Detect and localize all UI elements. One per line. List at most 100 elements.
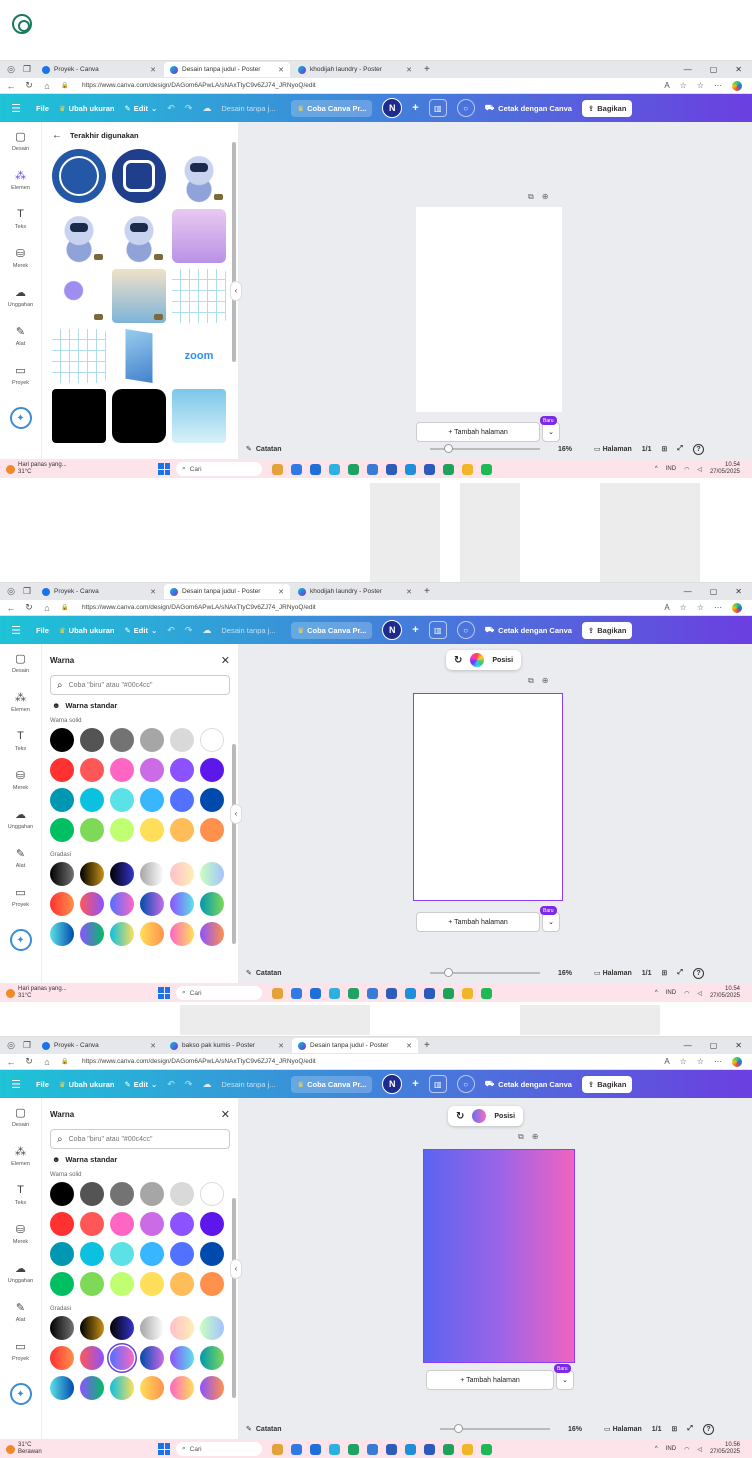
try-pro-button[interactable]: ♛ Coba Canva Pr... (291, 1075, 373, 1093)
taskbar-app-icon[interactable] (462, 1443, 473, 1455)
black-square-element[interactable] (52, 389, 106, 443)
reload-icon[interactable]: ↻ (24, 80, 34, 91)
invite-icon[interactable]: + (412, 102, 418, 114)
color-swatch[interactable] (200, 788, 224, 812)
clock[interactable]: 10.54 27/05/2025 (710, 462, 740, 476)
panel-scrollbar[interactable] (232, 142, 236, 362)
taskbar-app-icon[interactable] (367, 1443, 378, 1455)
rail-item-elemen[interactable]: ⁂ Elemen (11, 691, 30, 730)
rail-item-unggahan[interactable]: ☁ Unggahan (8, 286, 33, 325)
minimize-icon[interactable]: — (684, 1041, 692, 1050)
color-swatch[interactable] (170, 1212, 194, 1236)
gradient-swatch[interactable] (200, 1316, 224, 1340)
browser-tab[interactable]: Desain tanpa judul - Poster ✕ (164, 62, 290, 77)
color-swatch[interactable] (170, 728, 194, 752)
color-search-input[interactable]: ⌕ Coba "biru" atau "#00c4cc" (50, 1129, 230, 1149)
zoom-value[interactable]: 16% (558, 970, 572, 977)
language-indicator[interactable]: IND (666, 990, 676, 996)
zoom-slider[interactable] (440, 1424, 550, 1433)
tray-expand-icon[interactable]: ^ (655, 466, 658, 472)
new-tab-icon[interactable]: + (420, 586, 434, 597)
people-element[interactable] (112, 269, 166, 323)
rotate-icon[interactable]: ↻ (456, 1111, 464, 1122)
ghost-element[interactable] (52, 269, 106, 323)
clock[interactable]: 10.54 27/05/2025 (710, 986, 740, 1000)
comment-icon[interactable]: ○ (456, 1075, 475, 1093)
taskbar-app-icon[interactable] (386, 987, 397, 999)
color-swatch[interactable] (200, 818, 224, 842)
color-swatch[interactable] (170, 788, 194, 812)
rotate-icon[interactable]: ↻ (454, 655, 462, 666)
taskbar-app-icon[interactable] (291, 463, 302, 475)
fullscreen-icon[interactable]: ⤢ (677, 445, 683, 453)
read-aloud-icon[interactable]: A (664, 1057, 669, 1067)
add-page-icon[interactable]: ⊕ (532, 1132, 539, 1142)
browser-tab[interactable]: khodijah laundry - Poster ✕ (292, 62, 418, 77)
weather-widget[interactable]: Hari panas yang... 31°C (0, 462, 67, 476)
circuit-element[interactable] (172, 269, 226, 323)
windows-start-icon[interactable] (158, 987, 170, 999)
gradient-swatch[interactable] (200, 1376, 224, 1400)
taskbar-app-icon[interactable] (443, 987, 454, 999)
color-swatch[interactable] (80, 1272, 104, 1296)
try-pro-button[interactable]: ♛ Coba Canva Pr... (291, 99, 373, 117)
instagram-element[interactable] (112, 149, 166, 203)
gradient-swatch[interactable] (80, 892, 104, 916)
add-page-icon[interactable]: ⊕ (542, 676, 549, 686)
color-swatch[interactable] (110, 818, 134, 842)
favorite-icon[interactable]: ☆ (680, 603, 687, 613)
gradient-swatch[interactable] (170, 1346, 194, 1370)
color-swatch[interactable] (110, 788, 134, 812)
maximize-icon[interactable]: ▢ (710, 65, 718, 74)
rail-item-teks[interactable]: T Teks (15, 730, 26, 769)
taskbar-app-icon[interactable] (348, 463, 359, 475)
taskbar-app-icon[interactable] (424, 463, 435, 475)
magic-icon[interactable]: ✦ (9, 407, 32, 429)
favorites-icon[interactable]: ☆ (697, 81, 704, 91)
browser-tab[interactable]: Desain tanpa judul - Poster ✕ (292, 1038, 418, 1053)
avatar[interactable]: N (382, 1074, 403, 1094)
color-swatch[interactable] (200, 1242, 224, 1266)
rail-item-teks[interactable]: T Teks (15, 208, 26, 247)
robot-element[interactable] (112, 209, 166, 263)
taskbar-app-icon[interactable] (310, 987, 321, 999)
browser-tab[interactable]: Desain tanpa judul - Poster ✕ (164, 584, 290, 599)
comment-icon[interactable]: ○ (456, 99, 475, 117)
taskbar-app-icon[interactable] (424, 1443, 435, 1455)
copilot-icon[interactable] (732, 1056, 742, 1067)
tray-expand-icon[interactable]: ^ (655, 1446, 658, 1452)
taskbar-app-icon[interactable] (443, 463, 454, 475)
design-title[interactable]: Desain tanpa j... (221, 104, 281, 113)
color-swatch[interactable] (50, 1242, 74, 1266)
color-swatch[interactable] (140, 818, 164, 842)
tray-expand-icon[interactable]: ^ (655, 990, 658, 996)
minimize-icon[interactable]: — (684, 65, 692, 74)
rail-item-desain[interactable]: ▢ Desain (12, 130, 29, 169)
gradient-swatch[interactable] (110, 1316, 134, 1340)
profile-icon[interactable]: ◎ (4, 64, 18, 76)
color-swatch[interactable] (110, 758, 134, 782)
gradient-swatch[interactable] (80, 1346, 104, 1370)
color-swatch[interactable] (50, 1212, 74, 1236)
gradient-swatch[interactable] (110, 1346, 134, 1370)
url-input[interactable]: https://www.canva.com/design/DAGom6APwLA… (78, 1058, 656, 1065)
menu-icon[interactable]: ☰ (6, 624, 26, 637)
close-icon[interactable]: ✕ (221, 654, 230, 667)
print-button[interactable]: ⛟ Cetak dengan Canva (485, 625, 572, 635)
gradient-swatch[interactable] (200, 892, 224, 916)
taskbar-search[interactable]: ⌕ Cari (176, 986, 262, 1000)
rail-item-merek[interactable]: ⛁ Merek (13, 769, 28, 808)
color-swatch[interactable] (170, 1272, 194, 1296)
color-swatch[interactable] (80, 758, 104, 782)
browser-tab[interactable]: khodijah laundry - Poster ✕ (292, 584, 418, 599)
color-swatch[interactable] (200, 728, 224, 752)
zoom-value[interactable]: 16% (568, 1426, 582, 1433)
language-indicator[interactable]: IND (666, 466, 676, 472)
gradient-swatch[interactable] (110, 1376, 134, 1400)
add-page-icon[interactable]: ⊕ (542, 192, 549, 202)
undo-icon[interactable]: ↶ (167, 625, 175, 636)
cloud-save-icon[interactable]: ☁ (202, 103, 211, 114)
color-picker-icon[interactable] (470, 653, 485, 667)
design-page[interactable] (416, 207, 562, 412)
close-window-icon[interactable]: ✕ (735, 1041, 742, 1050)
